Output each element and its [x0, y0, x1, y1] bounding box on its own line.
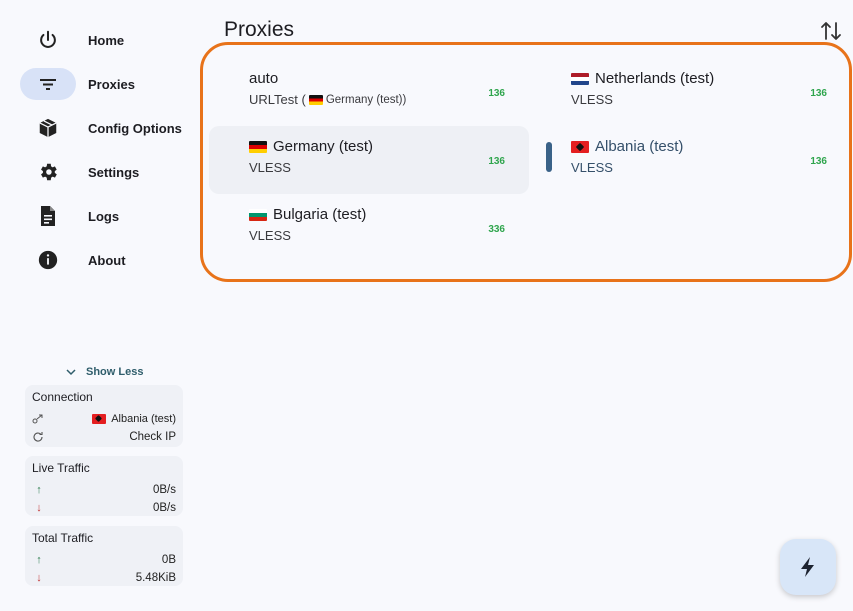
gear-icon	[20, 156, 76, 188]
box-icon	[20, 112, 76, 144]
nav-label-config-options: Config Options	[88, 120, 182, 136]
proxy-type-selected: Germany (test))	[325, 93, 407, 106]
sidebar-nav: Home Proxies Config Options Settings Log…	[20, 18, 190, 282]
arrow-up-icon: ↑	[36, 554, 42, 566]
connection-proxy-name: Albania (test)	[111, 413, 176, 425]
nav-label-logs: Logs	[88, 208, 120, 224]
total-up-row: ↑ 0B	[32, 551, 176, 569]
live-up-row: ↑ 0B/s	[32, 481, 176, 499]
proxy-tile-bulgaria[interactable]: Bulgaria (test) VLESS 336	[209, 194, 529, 262]
url-test-button[interactable]	[780, 539, 836, 595]
nav-item-proxies[interactable]: Proxies	[20, 62, 190, 106]
arrow-up-icon: ↑	[36, 484, 42, 496]
nav-item-home[interactable]: Home	[20, 18, 190, 62]
sort-icon[interactable]	[819, 20, 843, 42]
live-down-value: 0B/s	[152, 502, 176, 514]
live-down-row: ↓ 0B/s	[32, 499, 176, 517]
live-traffic-title: Live Traffic	[32, 461, 90, 475]
link-icon	[32, 414, 46, 424]
proxy-tile-auto[interactable]: auto URLTest ( Germany (test)) 136	[209, 58, 529, 126]
proxy-name: auto	[249, 70, 279, 87]
proxy-type: VLESS	[571, 160, 613, 175]
power-icon	[20, 24, 76, 56]
proxy-name: Bulgaria (test)	[273, 206, 367, 223]
proxy-type: VLESS	[249, 160, 291, 175]
chevron-down-icon	[66, 368, 76, 375]
arrow-down-icon: ↓	[36, 572, 42, 584]
filter-icon	[20, 68, 76, 100]
refresh-icon	[32, 431, 46, 443]
albania-flag-icon	[571, 140, 589, 153]
total-traffic-title: Total Traffic	[32, 531, 94, 545]
proxy-type: VLESS	[571, 92, 613, 107]
proxy-tile-netherlands[interactable]: Netherlands (test) VLESS 136	[531, 58, 851, 126]
nav-label-about: About	[88, 252, 126, 268]
live-traffic-card: Live Traffic ↑ 0B/s ↓ 0B/s	[25, 456, 183, 516]
show-less-toggle[interactable]: Show Less	[66, 366, 143, 378]
total-down-row: ↓ 5.48KiB	[32, 569, 176, 587]
proxy-name: Netherlands (test)	[595, 70, 715, 87]
nav-item-logs[interactable]: Logs	[20, 194, 190, 238]
ping-value: 336	[488, 224, 505, 235]
nav-label-settings: Settings	[88, 164, 140, 180]
nav-item-about[interactable]: About	[20, 238, 190, 282]
connection-card: Connection Albania (test) Check IP	[25, 385, 183, 447]
lightning-icon	[801, 557, 814, 577]
nav-label-proxies: Proxies	[88, 76, 135, 92]
proxy-name: Albania (test)	[595, 138, 684, 155]
check-ip-label[interactable]: Check IP	[129, 431, 176, 443]
nav-item-settings[interactable]: Settings	[20, 150, 190, 194]
total-traffic-card: Total Traffic ↑ 0B ↓ 5.48KiB	[25, 526, 183, 586]
proxy-type: VLESS	[249, 228, 291, 243]
document-icon	[20, 200, 76, 232]
proxy-type: URLTest (	[249, 92, 306, 107]
connection-proxy-row: Albania (test)	[32, 410, 176, 428]
page-title: Proxies	[224, 18, 295, 41]
connection-title: Connection	[32, 390, 93, 404]
proxy-tile-albania[interactable]: Albania (test) VLESS 136	[531, 126, 851, 194]
live-up-value: 0B/s	[152, 484, 176, 496]
bulgaria-flag-icon	[249, 208, 267, 221]
albania-flag-icon	[92, 414, 107, 424]
nav-item-config-options[interactable]: Config Options	[20, 106, 190, 150]
proxy-tile-germany[interactable]: Germany (test) VLESS 136	[209, 126, 529, 194]
info-icon	[20, 244, 76, 276]
proxy-name: Germany (test)	[273, 138, 374, 155]
netherlands-flag-icon	[571, 72, 589, 85]
germany-flag-icon	[308, 94, 323, 105]
total-up-value: 0B	[161, 554, 176, 566]
check-ip-row[interactable]: Check IP	[32, 428, 176, 446]
ping-value: 136	[810, 88, 827, 99]
nav-label-home: Home	[88, 32, 125, 48]
total-down-value: 5.48KiB	[135, 572, 176, 584]
ping-value: 136	[488, 156, 505, 167]
ping-value: 136	[488, 88, 505, 99]
show-less-label: Show Less	[86, 366, 144, 378]
arrow-down-icon: ↓	[36, 502, 42, 514]
ping-value: 136	[810, 156, 827, 167]
germany-flag-icon	[249, 140, 267, 153]
